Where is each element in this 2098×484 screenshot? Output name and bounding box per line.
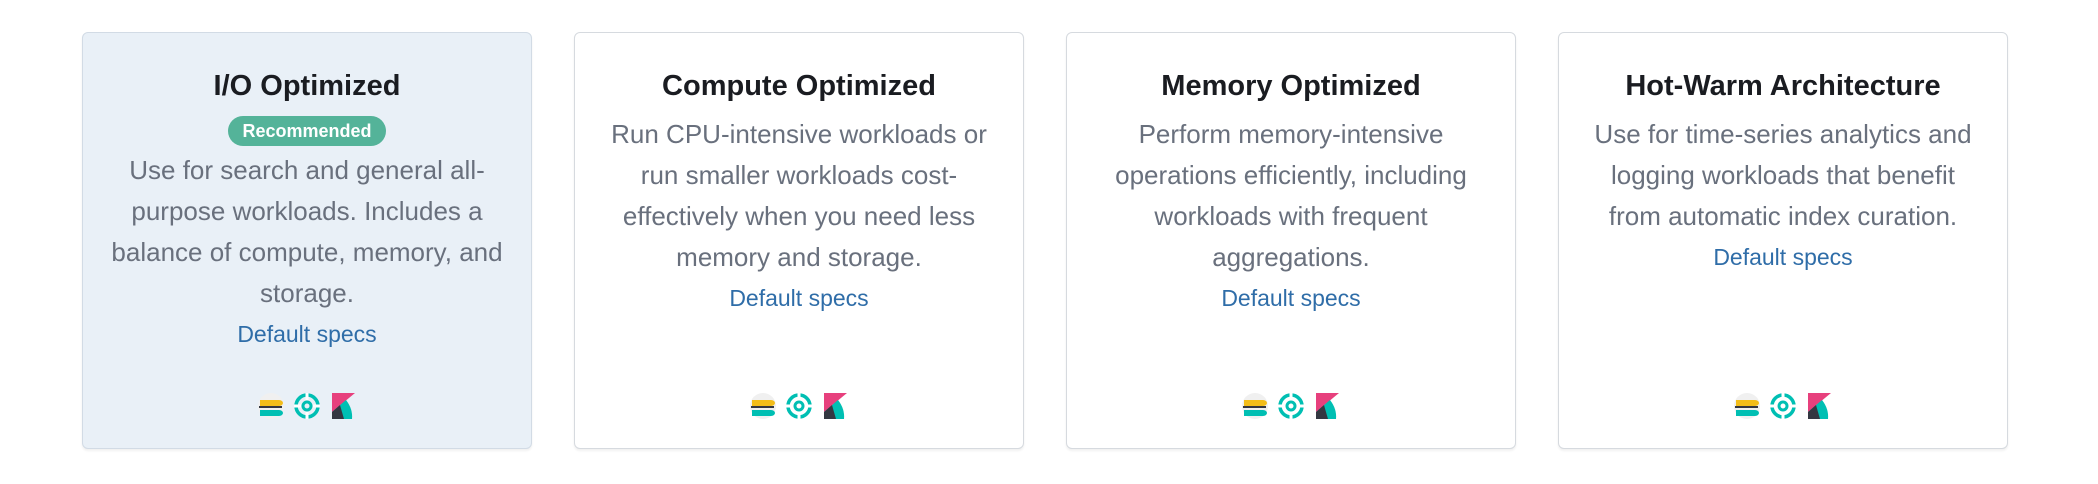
elasticsearch-icon bbox=[749, 392, 777, 420]
elasticsearch-icon bbox=[1733, 392, 1761, 420]
card-compute-optimized[interactable]: Compute Optimized Run CPU-intensive work… bbox=[574, 32, 1024, 449]
elasticsearch-icon bbox=[257, 392, 285, 420]
card-io-optimized[interactable]: I/O Optimized Recommended Use for search… bbox=[82, 32, 532, 449]
kibana-icon bbox=[821, 392, 849, 420]
product-icons bbox=[1559, 392, 2007, 420]
card-description: Use for time-series analytics and loggin… bbox=[1594, 118, 1972, 231]
card-title: Hot-Warm Architecture bbox=[1625, 70, 1941, 102]
card-description: Perform memory-intensive operations effi… bbox=[1115, 118, 1467, 272]
product-icons bbox=[1067, 392, 1515, 420]
kibana-icon bbox=[329, 392, 357, 420]
card-hot-warm-architecture[interactable]: Hot-Warm Architecture Use for time-serie… bbox=[1558, 32, 2008, 449]
default-specs-link[interactable]: Default specs bbox=[729, 280, 868, 316]
product-icons bbox=[83, 392, 531, 420]
kibana-icon bbox=[1805, 392, 1833, 420]
recommended-badge: Recommended bbox=[228, 115, 386, 146]
apm-icon bbox=[1277, 392, 1305, 420]
card-description: Run CPU-intensive workloads or run small… bbox=[611, 118, 987, 272]
default-specs-link[interactable]: Default specs bbox=[1713, 239, 1852, 275]
apm-icon bbox=[293, 392, 321, 420]
card-title: I/O Optimized bbox=[213, 70, 401, 102]
card-title: Compute Optimized bbox=[662, 70, 936, 102]
apm-icon bbox=[1769, 392, 1797, 420]
card-description: Use for search and general all-purpose w… bbox=[111, 154, 503, 308]
card-memory-optimized[interactable]: Memory Optimized Perform memory-intensiv… bbox=[1066, 32, 1516, 449]
card-title: Memory Optimized bbox=[1161, 70, 1421, 102]
deployment-template-list: I/O Optimized Recommended Use for search… bbox=[82, 32, 2008, 449]
default-specs-link[interactable]: Default specs bbox=[1221, 280, 1360, 316]
kibana-icon bbox=[1313, 392, 1341, 420]
apm-icon bbox=[785, 392, 813, 420]
default-specs-link[interactable]: Default specs bbox=[237, 316, 376, 352]
product-icons bbox=[575, 392, 1023, 420]
elasticsearch-icon bbox=[1241, 392, 1269, 420]
